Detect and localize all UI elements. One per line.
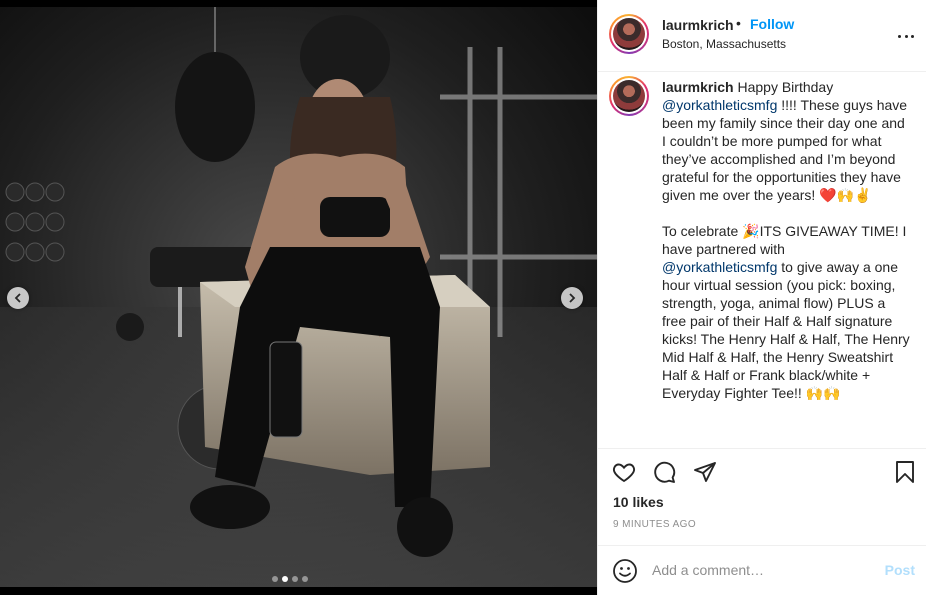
post-timestamp[interactable]: 9 minutes ago	[613, 519, 696, 530]
caption-text: !!!! These guys have been my family sinc…	[662, 97, 908, 257]
carousel-dot	[272, 576, 278, 582]
carousel-dot	[302, 576, 308, 582]
avatar-image	[613, 18, 645, 50]
comments-section[interactable]: laurmkrich Happy Birthday @yorkathletics…	[598, 73, 926, 449]
separator-bullet: •	[736, 15, 741, 31]
post-caption: laurmkrich Happy Birthday @yorkathletics…	[662, 78, 912, 402]
carousel-indicator	[272, 576, 308, 582]
like-button[interactable]	[610, 458, 638, 486]
post-media[interactable]	[0, 0, 597, 595]
avatar[interactable]	[609, 14, 649, 54]
post-photo	[0, 7, 597, 587]
location-link[interactable]: Boston, Massachusetts	[662, 37, 786, 51]
action-bar	[598, 458, 926, 488]
previous-image-button[interactable]	[7, 287, 29, 309]
mention-link[interactable]: @yorkathleticsmfg	[662, 259, 777, 275]
next-image-button[interactable]	[561, 287, 583, 309]
follow-button[interactable]: Follow	[750, 16, 794, 32]
emoji-icon[interactable]	[612, 558, 638, 584]
more-options-icon[interactable]	[898, 28, 914, 44]
post-header: laurmkrich • Follow Boston, Massachusett…	[598, 0, 926, 72]
post-comment-button[interactable]: Post	[885, 562, 915, 578]
username-link[interactable]: laurmkrich	[662, 17, 734, 33]
caption-text: Happy Birthday	[737, 79, 834, 95]
carousel-dot	[292, 576, 298, 582]
save-button[interactable]	[891, 458, 919, 486]
chevron-left-icon	[14, 293, 21, 303]
comment-icon	[654, 461, 676, 483]
avatar-image	[613, 80, 645, 112]
share-icon	[694, 462, 716, 482]
chevron-right-icon	[569, 293, 576, 303]
comment-input[interactable]	[652, 560, 872, 580]
caption-avatar[interactable]	[609, 76, 649, 116]
carousel-dot	[282, 576, 288, 582]
post-side-panel: laurmkrich • Follow Boston, Massachusett…	[597, 0, 926, 595]
share-button[interactable]	[691, 458, 719, 486]
add-comment-bar: Post	[598, 545, 926, 595]
heart-icon	[613, 463, 635, 483]
likes-count[interactable]: 10 likes	[613, 494, 664, 510]
caption-text: to give away a one hour virtual session …	[662, 259, 914, 401]
comment-button[interactable]	[650, 458, 678, 486]
mention-link[interactable]: @yorkathleticsmfg	[662, 97, 777, 113]
caption-username[interactable]: laurmkrich	[662, 79, 734, 95]
bookmark-icon	[896, 461, 914, 483]
